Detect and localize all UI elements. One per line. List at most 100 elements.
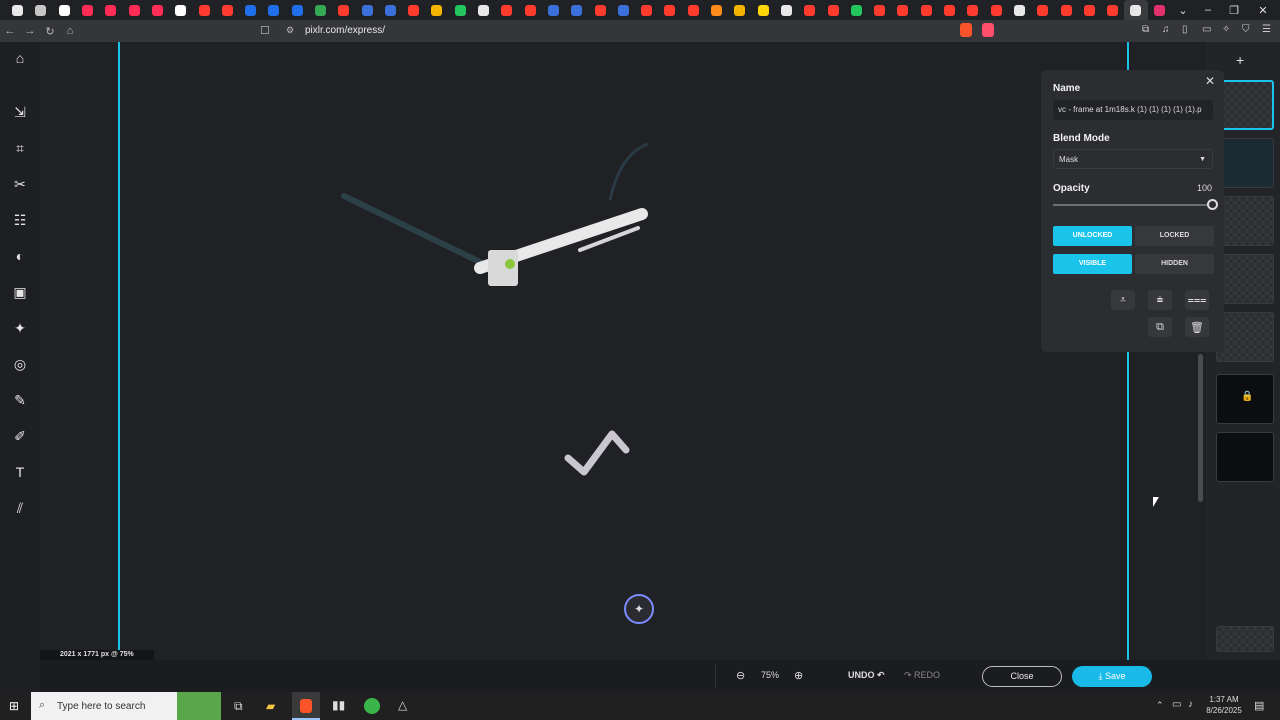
close-window-icon[interactable]: ✕ — [1250, 0, 1276, 20]
browser-tab[interactable] — [588, 0, 611, 20]
close-button[interactable]: Close — [982, 666, 1062, 687]
browser-tab[interactable] — [635, 0, 658, 20]
home-icon[interactable]: ⌂ — [10, 48, 30, 68]
sidebar-icon[interactable]: ▯ — [1182, 24, 1188, 35]
home-icon[interactable]: ⌂ — [60, 25, 80, 37]
browser-tab[interactable] — [658, 0, 681, 20]
vpn-icon[interactable]: ⛉ — [1242, 24, 1250, 35]
browser-tab[interactable] — [76, 0, 99, 20]
audio-app-icon[interactable]: ▮▮ — [332, 698, 345, 712]
ai-assistant-button[interactable]: ✦ — [624, 594, 654, 624]
ai-tools-icon[interactable]: ✦ — [10, 318, 30, 338]
new-tab-button[interactable]: + — [1120, 0, 1146, 20]
flatten-icon[interactable]: ⩶ — [1185, 290, 1209, 310]
layer-thumbnail[interactable]: 🔒 — [1216, 374, 1274, 424]
save-button[interactable]: ⤓ Save — [1072, 666, 1152, 687]
clock-time[interactable]: 1:37 AM — [1200, 695, 1248, 704]
brave-taskbar-icon[interactable] — [292, 692, 320, 720]
effects-tool-icon[interactable]: ▣ — [10, 282, 30, 302]
browser-tab[interactable] — [1148, 0, 1171, 20]
browser-tab[interactable] — [705, 0, 728, 20]
notifications-icon[interactable]: ▤ — [1254, 699, 1264, 712]
browser-tab[interactable] — [542, 0, 565, 20]
volume-icon[interactable]: ♪ — [1188, 699, 1193, 710]
browser-tab[interactable] — [169, 0, 192, 20]
browser-tab[interactable] — [332, 0, 355, 20]
taskbar-search[interactable]: ⌕ Type here to search — [31, 692, 221, 720]
layer-thumbnail[interactable] — [1216, 432, 1274, 482]
retouch-tool-icon[interactable]: ✎ — [10, 390, 30, 410]
liquify-tool-icon[interactable]: ◎ — [10, 354, 30, 374]
browser-tab[interactable] — [402, 0, 425, 20]
url-field[interactable]: pixlr.com/express/ — [305, 25, 385, 36]
browser-tab[interactable] — [612, 0, 635, 20]
layer-thumbnail[interactable] — [1216, 626, 1274, 652]
browser-tab[interactable] — [775, 0, 798, 20]
browser-tab[interactable] — [239, 0, 262, 20]
browser-tab[interactable] — [286, 0, 309, 20]
browser-tab[interactable] — [216, 0, 239, 20]
hidden-toggle[interactable]: HIDDEN — [1135, 254, 1214, 274]
browser-tab[interactable] — [1031, 0, 1054, 20]
adjust-tool-icon[interactable]: ☷ — [10, 210, 30, 230]
unlocked-toggle[interactable]: UNLOCKED — [1053, 226, 1132, 246]
browser-tab[interactable] — [122, 0, 145, 20]
layer-thumbnail[interactable] — [1216, 196, 1274, 246]
draw-tool-icon[interactable]: ✐ — [10, 426, 30, 446]
browser-tab[interactable] — [1008, 0, 1031, 20]
arrange-tool-icon[interactable]: ⇲ — [10, 102, 30, 122]
browser-tab[interactable] — [868, 0, 891, 20]
visible-toggle[interactable]: VISIBLE — [1053, 254, 1132, 274]
browser-tab[interactable] — [6, 0, 29, 20]
network-icon[interactable]: ▭ — [1172, 699, 1181, 710]
crop-tool-icon[interactable]: ⌗ — [10, 138, 30, 158]
tray-chevron-icon[interactable]: ⌃ — [1156, 700, 1164, 711]
reload-icon[interactable]: ↻ — [40, 25, 60, 38]
windows-start-icon[interactable]: ⊞ — [9, 699, 19, 713]
layer-thumbnail[interactable] — [1216, 138, 1274, 188]
browser-tab[interactable] — [379, 0, 402, 20]
zoom-in-icon[interactable]: ⊕ — [794, 669, 803, 682]
bookmark-icon[interactable]: ☐ — [260, 24, 270, 37]
browser-tab[interactable] — [565, 0, 588, 20]
close-panel-icon[interactable]: ✕ — [1205, 74, 1215, 88]
media-icon[interactable]: ♫ — [1162, 24, 1170, 35]
maximize-icon[interactable]: ❐ — [1221, 0, 1247, 20]
browser-tab[interactable] — [355, 0, 378, 20]
opacity-slider[interactable] — [1053, 199, 1218, 210]
browser-tab[interactable] — [99, 0, 122, 20]
back-icon[interactable]: ← — [0, 25, 20, 37]
browser-tab[interactable] — [192, 0, 215, 20]
browser-tab[interactable] — [425, 0, 448, 20]
elements-tool-icon[interactable]: ⫽ — [10, 498, 30, 518]
browser-tab[interactable] — [309, 0, 332, 20]
brave-rewards-icon[interactable] — [982, 23, 994, 37]
locked-toggle[interactable]: LOCKED — [1135, 226, 1214, 246]
browser-tab[interactable] — [938, 0, 961, 20]
redo-button[interactable]: ↷ REDO — [904, 670, 940, 681]
blend-mode-select[interactable]: Mask ▼ — [1053, 149, 1213, 169]
extensions-icon[interactable]: ⧉ — [1142, 24, 1149, 35]
filter-tool-icon[interactable]: ◐ — [10, 246, 30, 266]
browser-tab[interactable] — [821, 0, 844, 20]
browser-tab[interactable] — [845, 0, 868, 20]
layer-thumbnail[interactable] — [1216, 80, 1274, 130]
file-explorer-icon[interactable]: ▰ — [266, 699, 275, 713]
merge-down-icon[interactable]: ⩡ — [1111, 290, 1135, 310]
forward-icon[interactable]: → — [20, 25, 40, 37]
merge-visible-icon[interactable]: ⩧ — [1148, 290, 1172, 310]
browser-tab[interactable] — [472, 0, 495, 20]
layer-name-input[interactable]: vc - frame at 1m18s.k (1) (1) (1) (1) (1… — [1053, 100, 1213, 120]
app-icon[interactable]: △ — [398, 698, 407, 712]
editor-canvas[interactable]: ✦ — [40, 42, 1206, 660]
browser-tab[interactable] — [915, 0, 938, 20]
wallet-icon[interactable]: ▭ — [1202, 24, 1211, 35]
browser-tab[interactable] — [1078, 0, 1101, 20]
browser-tab[interactable] — [891, 0, 914, 20]
delete-layer-icon[interactable]: 🗑 — [1185, 317, 1209, 337]
browser-tab[interactable] — [1054, 0, 1077, 20]
clock-date[interactable]: 8/26/2025 — [1200, 706, 1248, 715]
undo-button[interactable]: UNDO ↶ — [848, 670, 885, 681]
browser-tab[interactable] — [984, 0, 1007, 20]
layers-scrollbar[interactable] — [1198, 354, 1203, 502]
